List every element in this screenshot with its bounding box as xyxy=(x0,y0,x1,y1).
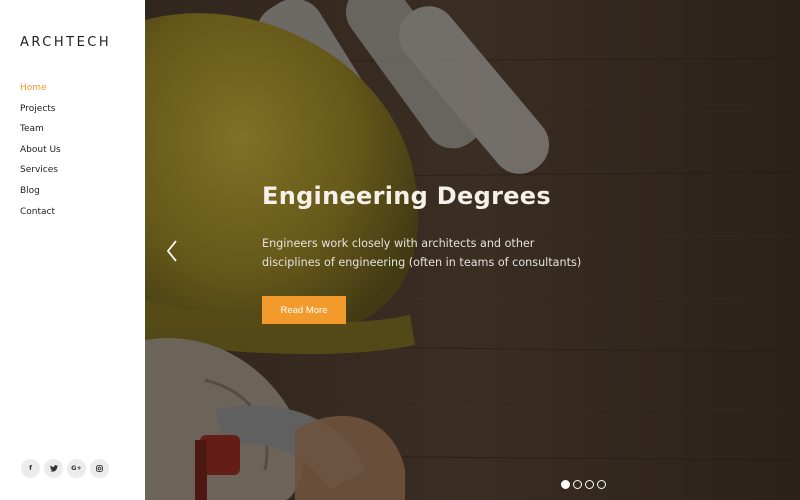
nav-item-home[interactable]: Home xyxy=(20,81,61,102)
main-nav: Home Projects Team About Us Services Blo… xyxy=(20,81,61,225)
slider-dot-4[interactable] xyxy=(597,480,606,489)
nav-item-about-us[interactable]: About Us xyxy=(20,143,61,164)
google-plus-button[interactable]: G+ xyxy=(67,459,86,478)
slider-dot-3[interactable] xyxy=(585,480,594,489)
slider-prev-button[interactable] xyxy=(161,237,183,265)
read-more-button[interactable]: Read More xyxy=(262,296,346,324)
instagram-icon xyxy=(96,465,103,472)
sidebar: ARCHTECH Home Projects Team About Us Ser… xyxy=(0,0,145,500)
nav-item-blog[interactable]: Blog xyxy=(20,184,61,205)
google-plus-icon: G+ xyxy=(71,464,82,473)
instagram-button[interactable] xyxy=(90,459,109,478)
nav-item-contact[interactable]: Contact xyxy=(20,205,61,226)
facebook-button[interactable]: f xyxy=(21,459,40,478)
nav-item-team[interactable]: Team xyxy=(20,122,61,143)
nav-item-services[interactable]: Services xyxy=(20,163,61,184)
twitter-button[interactable] xyxy=(44,459,63,478)
hero-description: Engineers work closely with architects a… xyxy=(262,234,602,272)
slider-dot-1[interactable] xyxy=(561,480,570,489)
site-logo[interactable]: ARCHTECH xyxy=(20,35,111,50)
hero-slider: Engineering Degrees Engineers work close… xyxy=(145,0,800,500)
slider-dot-2[interactable] xyxy=(573,480,582,489)
hero-title: Engineering Degrees xyxy=(262,182,551,210)
twitter-icon xyxy=(49,465,58,472)
social-links: f G+ xyxy=(21,459,109,478)
hero-description-line-2: disciplines of engineering (often in tea… xyxy=(262,256,582,269)
slider-pagination xyxy=(561,480,606,489)
facebook-icon: f xyxy=(29,464,32,473)
nav-item-projects[interactable]: Projects xyxy=(20,102,61,123)
hero-description-line-1: Engineers work closely with architects a… xyxy=(262,237,535,250)
chevron-left-icon xyxy=(166,240,177,262)
